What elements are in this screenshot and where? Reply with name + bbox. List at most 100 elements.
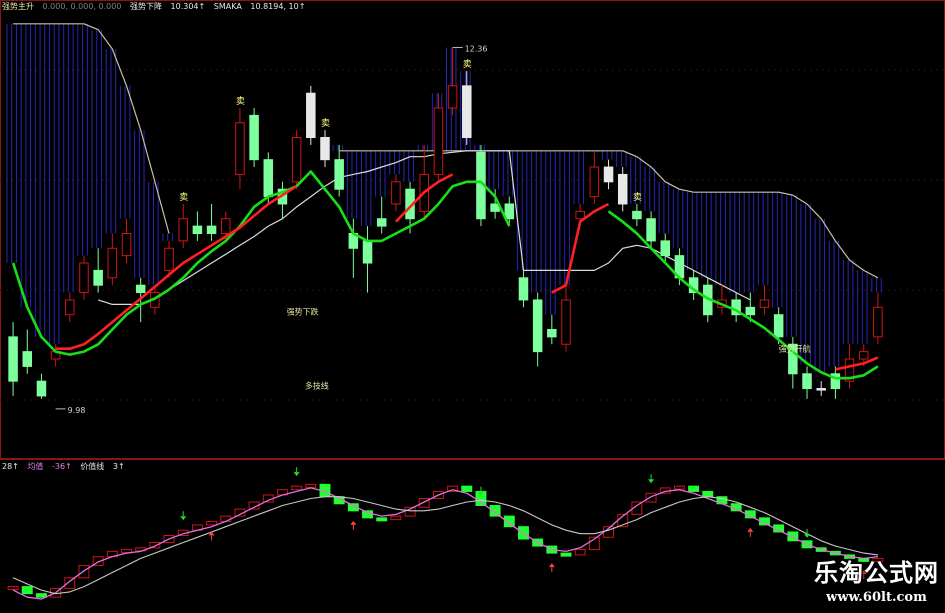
candle-body [320, 137, 330, 161]
candle-body [334, 159, 344, 190]
oscillator-bar [461, 485, 473, 492]
sell-arrow-icon [350, 520, 357, 525]
red-ma-line [55, 173, 879, 371]
candle-body [22, 351, 33, 367]
sell-signal-label: 卖 [633, 192, 642, 203]
candle-body [575, 210, 585, 220]
oscillator-bar [560, 552, 572, 557]
main-panel-frame [0, 0, 945, 459]
oscillator-bar [220, 515, 232, 522]
bottom-legend-name-2: 均值 [27, 462, 44, 471]
legend-val-3: 10.8194, 10↑ [250, 2, 306, 11]
oscillator-bar [390, 515, 402, 521]
oscillator-bar [362, 510, 373, 519]
buy-arrow-icon [293, 472, 300, 477]
candle-body [8, 336, 18, 382]
legend-vals-1: 0.000, 0.000, 0.000 [42, 2, 122, 11]
candle-body [873, 306, 883, 338]
candle-body [36, 380, 47, 397]
bottom-legend-value-2: -36↑ [51, 462, 72, 471]
legend-name-1: 强势主升 [2, 2, 34, 11]
candle-body [391, 181, 401, 205]
candle-body [547, 328, 557, 338]
candle-body [561, 299, 571, 345]
sell-arrow-icon [747, 527, 754, 532]
candle-body [759, 299, 770, 308]
bottom-legend: 28↑ 均值 -36↑ 价值线 3↑ [2, 461, 131, 472]
candle-body [433, 107, 444, 175]
candle-body [447, 85, 458, 109]
oscillator-bar [35, 593, 47, 598]
buy-arrow-icon [804, 533, 811, 538]
candle-body [79, 262, 89, 294]
average-line [12, 487, 878, 600]
candle-body [192, 225, 203, 235]
bottom-legend-value-1: 28↑ [2, 462, 19, 471]
watermark-title: 乐淘公式网 [814, 559, 939, 587]
oscillator-bar [518, 526, 529, 540]
oscillator-bar [206, 520, 218, 526]
line-label-2: 多技线 [305, 381, 329, 391]
candle-body [121, 233, 132, 257]
candle-body [589, 166, 600, 198]
candle-body [603, 166, 614, 183]
oscillator-bar [7, 586, 19, 591]
candle-body [646, 218, 656, 242]
candle-body [745, 306, 756, 316]
candle-body [164, 247, 174, 271]
watermark-url: www.60lt.com [826, 590, 927, 605]
candle-body [306, 92, 316, 139]
chart-svg: 卖卖卖卖卖12.369.98强势下跌多技线强势开航 [0, 0, 945, 600]
buy-arrow-icon [648, 479, 655, 484]
candle-body [249, 114, 259, 161]
candle-body [362, 240, 373, 264]
oscillator-bar [78, 564, 90, 579]
legend-val-2: 10.304↑ [170, 2, 206, 11]
candle-body [220, 218, 231, 235]
buy-arrow-icon [180, 516, 187, 521]
oscillator-bar [702, 490, 714, 498]
high-label: 12.36 [465, 44, 488, 53]
oscillator-bar [21, 586, 33, 595]
sell-arrow-icon [548, 563, 555, 568]
candle-body [135, 284, 146, 294]
candle-body [263, 159, 274, 198]
bottom-legend-value-3: 3↑ [112, 462, 125, 471]
oscillator-bar [688, 485, 700, 492]
candle-body [291, 137, 302, 183]
candle-body [93, 269, 103, 286]
chart-stage: 卖卖卖卖卖 12.36 9.98 强势下跌 多技线 强势开航 [0, 0, 945, 609]
candle-body [107, 247, 118, 279]
candle-body [816, 388, 826, 391]
candle-body [65, 299, 75, 316]
oscillator-bar [291, 485, 303, 491]
oscillator-bar [673, 485, 685, 490]
bottom-legend-name-3: 价值线 [80, 462, 105, 471]
candle-body [858, 351, 869, 360]
candle-body [773, 314, 784, 338]
sell-arrow-icon [208, 531, 215, 536]
sell-signal-label: 卖 [463, 59, 472, 70]
oscillator-bar [376, 517, 388, 522]
low-label: 9.98 [68, 406, 86, 415]
green-ma-line [11, 170, 879, 380]
candle-body [178, 218, 188, 242]
sell-signal-label: 卖 [321, 118, 330, 129]
line-label-1: 强势下跌 [287, 307, 319, 317]
candle-body [518, 277, 529, 301]
oscillator-bar [645, 492, 657, 503]
candle-body [617, 173, 628, 205]
candle-body [660, 240, 671, 257]
oscillator-bar [574, 549, 586, 556]
top-legend: 强势主升 0.000, 0.000, 0.000 强势下降 10.304↑ SM… [2, 1, 311, 12]
watermark: 乐淘公式网 www.60lt.com [814, 553, 939, 605]
sell-signal-label: 卖 [179, 192, 188, 203]
candle-body [504, 203, 515, 220]
cloud-edge-line [13, 23, 879, 279]
legend-name-3: SMAKA [213, 2, 242, 11]
oscillator-bar [305, 483, 317, 488]
candle-body [462, 85, 472, 139]
candle-body [802, 373, 812, 390]
legend-name-2: 强势下降 [129, 2, 162, 11]
sell-signal-label: 卖 [236, 96, 245, 107]
